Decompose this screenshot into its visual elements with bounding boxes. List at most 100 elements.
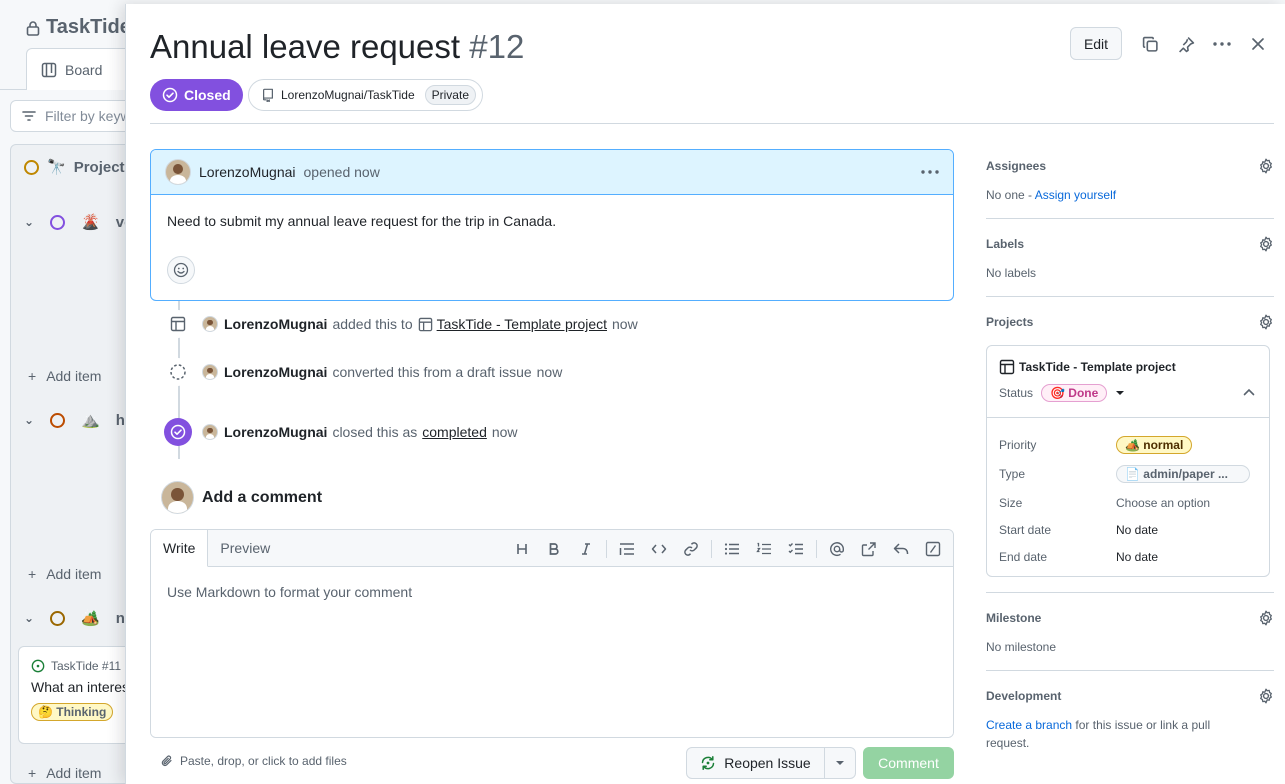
- issue-panel: Annual leave request #12 Edit Closed Lor…: [125, 4, 1285, 784]
- status-dropdown[interactable]: [1115, 390, 1125, 396]
- gear-icon[interactable]: [1258, 688, 1274, 704]
- task-list-icon[interactable]: [780, 535, 812, 563]
- project-fields: Priority 🏕️ normal Type 📄 admin/paper ... …: [999, 430, 1259, 571]
- project-status: Status 🎯 Done: [999, 384, 1125, 402]
- repo-badge[interactable]: LorenzoMugnai/TaskTide Private: [248, 79, 483, 111]
- add-reaction-icon[interactable]: [167, 256, 195, 284]
- field-priority[interactable]: Priority 🏕️ normal: [999, 430, 1259, 459]
- create-branch-link[interactable]: Create a branch: [986, 718, 1072, 732]
- group-row[interactable]: ⌄ 🏕️ne: [24, 609, 133, 628]
- more-options-icon[interactable]: [1212, 34, 1232, 54]
- filter-icon: [22, 111, 36, 121]
- comment-options-icon[interactable]: [921, 170, 939, 174]
- field-type[interactable]: Type 📄 admin/paper ...: [999, 459, 1259, 488]
- gear-icon[interactable]: [1258, 236, 1274, 252]
- comment-button[interactable]: Comment: [863, 747, 954, 779]
- divider: [150, 123, 1274, 124]
- comment-header: LorenzoMugnai opened now: [151, 150, 953, 195]
- field-start-date[interactable]: Start date No date: [999, 517, 1259, 543]
- gear-icon[interactable]: [1258, 314, 1274, 330]
- timeline-event: LorenzoMugnai closed this as completed n…: [164, 418, 518, 446]
- avatar[interactable]: [161, 481, 194, 514]
- mention-icon[interactable]: [821, 535, 853, 563]
- visibility-label: Private: [424, 85, 476, 105]
- editor-toolbar: Write Preview: [151, 530, 953, 567]
- group-row[interactable]: ⌄ ⛰️ hi: [24, 411, 129, 430]
- heading-icon[interactable]: [506, 535, 538, 563]
- project-table-icon: [418, 317, 432, 331]
- gear-icon[interactable]: [1258, 158, 1274, 174]
- close-icon[interactable]: [1248, 34, 1268, 54]
- table-icon: [164, 310, 192, 338]
- column-header: 🔭 Projects: [24, 158, 133, 176]
- check-circle-icon: [162, 87, 178, 103]
- check-circle-icon: [164, 418, 192, 446]
- status-badge: Closed: [150, 79, 243, 111]
- completed-link[interactable]: completed: [422, 424, 487, 440]
- edit-button[interactable]: Edit: [1070, 27, 1122, 60]
- project-name[interactable]: TaskTide - Template project: [999, 359, 1176, 375]
- assign-yourself-link[interactable]: Assign yourself: [1035, 188, 1116, 202]
- issue-open-icon: [31, 659, 45, 673]
- tab-write[interactable]: Write: [151, 530, 209, 567]
- gear-icon[interactable]: [1258, 610, 1274, 626]
- italic-icon[interactable]: [570, 535, 602, 563]
- code-icon[interactable]: [643, 535, 675, 563]
- status-pill[interactable]: 🎯 Done: [1041, 384, 1108, 402]
- quote-icon[interactable]: [611, 535, 643, 563]
- add-item-button[interactable]: + Add item: [28, 368, 101, 384]
- comment-editor: Write Preview: [150, 529, 954, 738]
- chevron-up-icon[interactable]: [1243, 388, 1255, 396]
- reopen-issue-button-group: Reopen Issue: [686, 747, 856, 779]
- bulleted-list-icon[interactable]: [716, 535, 748, 563]
- reopen-issue-button[interactable]: Reopen Issue: [687, 748, 825, 778]
- comment-body: Need to submit my annual leave request f…: [167, 213, 557, 229]
- board-icon: [41, 62, 57, 77]
- numbered-list-icon[interactable]: [748, 535, 780, 563]
- reopen-icon: [702, 756, 715, 770]
- timeline-event: LorenzoMugnai added this to TaskTide - T…: [164, 310, 638, 338]
- timeline-event: LorenzoMugnai converted this from a draf…: [164, 358, 562, 386]
- card-label: 🤔 Thinking: [31, 703, 114, 721]
- development-section: Development Create a branch for this iss…: [986, 688, 1274, 752]
- copy-icon[interactable]: [1140, 34, 1160, 54]
- reference-icon[interactable]: [853, 535, 885, 563]
- add-comment-heading: Add a comment: [161, 481, 322, 514]
- project-table-icon: [999, 359, 1015, 375]
- pin-icon[interactable]: [1176, 34, 1196, 54]
- group-row[interactable]: ⌄ 🌋ve: [24, 213, 132, 232]
- avatar[interactable]: [202, 424, 218, 440]
- draft-issue-icon: [164, 358, 192, 386]
- comment-textarea[interactable]: [151, 567, 953, 737]
- assignees-section: Assignees No one - Assign yourself: [986, 158, 1274, 204]
- board-title: TaskTide: [26, 16, 131, 39]
- paperclip-icon: [161, 755, 172, 767]
- reply-icon[interactable]: [885, 535, 917, 563]
- milestone-section: Milestone No milestone: [986, 610, 1274, 656]
- issue-body-comment: LorenzoMugnai opened now Need to submit …: [150, 149, 954, 301]
- slash-commands-icon[interactable]: [917, 535, 949, 563]
- reopen-options-dropdown[interactable]: [825, 748, 855, 778]
- field-size[interactable]: Size Choose an option: [999, 488, 1259, 517]
- link-icon[interactable]: [675, 535, 707, 563]
- tab-board[interactable]: Board: [26, 48, 136, 90]
- comment-meta: opened now: [303, 164, 380, 180]
- avatar[interactable]: [202, 316, 218, 332]
- projects-section: Projects: [986, 314, 1274, 330]
- add-item-button[interactable]: + Add item: [28, 566, 101, 582]
- labels-section: Labels No labels: [986, 236, 1274, 282]
- attach-files[interactable]: Paste, drop, or click to add files: [160, 754, 347, 768]
- add-item-button[interactable]: + Add item: [28, 765, 101, 781]
- comment-author[interactable]: LorenzoMugnai: [199, 164, 296, 180]
- field-end-date[interactable]: End date No date: [999, 543, 1259, 571]
- project-link[interactable]: TaskTide - Template project: [437, 316, 607, 332]
- tab-preview[interactable]: Preview: [208, 530, 282, 566]
- bold-icon[interactable]: [538, 535, 570, 563]
- avatar[interactable]: [202, 364, 218, 380]
- chevron-down-icon: [836, 761, 844, 765]
- issue-title: Annual leave request #12: [150, 28, 525, 65]
- avatar[interactable]: [165, 159, 191, 185]
- repo-icon: [263, 88, 273, 102]
- project-card: TaskTide - Template project Status 🎯 Don…: [986, 345, 1270, 577]
- chevron-down-icon: [1116, 391, 1125, 395]
